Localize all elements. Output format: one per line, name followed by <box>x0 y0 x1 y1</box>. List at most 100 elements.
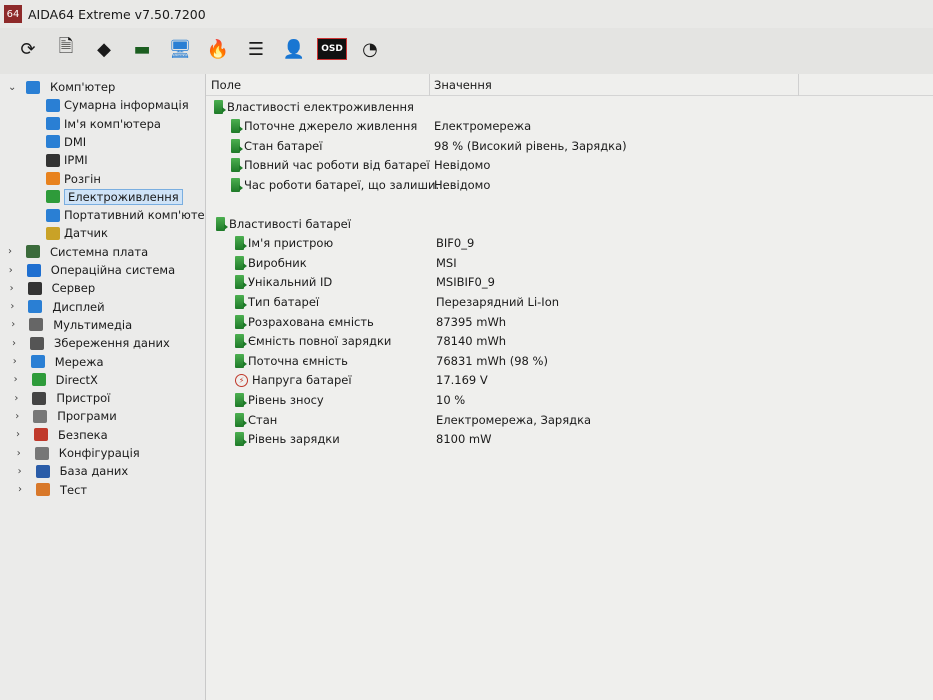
group-header[interactable]: Властивості батареї <box>216 214 351 233</box>
tree-item[interactable]: › Збереження даних <box>12 334 170 352</box>
chevron-right-icon[interactable]: › <box>14 393 26 404</box>
tree-item-label: Тест <box>60 482 88 497</box>
voltage-icon: ⚡ <box>235 373 248 387</box>
field-label: Рівень зарядки <box>248 432 340 447</box>
tree-item[interactable]: › Системна плата <box>8 243 148 261</box>
property-row[interactable]: Час роботи батареї, що залиши... Невідомо <box>206 175 933 194</box>
chevron-down-icon[interactable]: ⌄ <box>8 82 20 93</box>
field-label: Ім'я пристрою <box>248 236 334 251</box>
chevron-right-icon[interactable]: › <box>18 484 30 495</box>
tree-item[interactable]: Портативний комп'ютер <box>46 206 212 224</box>
tree-item[interactable]: IPMI <box>46 151 88 169</box>
chevron-right-icon[interactable]: › <box>9 265 21 276</box>
field-label: Стан батареї <box>244 138 323 153</box>
tree-item-label: Пристрої <box>56 391 111 406</box>
tree-node-icon <box>26 263 41 277</box>
report-button[interactable]: 🗎 <box>52 35 80 63</box>
navigation-tree[interactable]: ⌄ Комп'ютер Сумарна інформація Ім'я комп'ют… <box>0 74 224 700</box>
chevron-right-icon[interactable]: › <box>14 374 26 385</box>
group-title: Властивості батареї <box>229 216 351 231</box>
property-row[interactable]: Повний час роботи від батареї Невідомо <box>206 156 933 175</box>
tree-item[interactable]: ⌄ Комп'ютер <box>8 78 115 96</box>
network-button[interactable]: 🖥 <box>166 35 194 63</box>
field-value: 76831 mWh (98 %) <box>436 353 548 368</box>
property-row[interactable]: Ємність повної зарядки 78140 mWh <box>206 332 933 351</box>
tree-item[interactable]: › Сервер <box>10 279 96 297</box>
tasks-button[interactable]: ☰ <box>242 35 270 63</box>
chevron-right-icon[interactable]: › <box>12 338 24 349</box>
battery-icon <box>235 236 247 251</box>
sensor-gauge-button[interactable]: ◔ <box>356 35 384 63</box>
tree-item[interactable]: › DirectX <box>14 371 98 389</box>
property-row[interactable]: Розрахована ємність 87395 mWh <box>206 312 933 331</box>
tree-node-icon <box>36 483 50 497</box>
tree-item[interactable]: › Конфігурація <box>17 444 140 462</box>
column-divider[interactable] <box>798 74 799 96</box>
chevron-right-icon[interactable]: › <box>17 448 29 459</box>
refresh-button[interactable]: ⟳ <box>14 35 42 63</box>
tree-item[interactable]: › Програми <box>15 407 117 425</box>
toolbar: ⟳ 🗎 ◆ ▬ 🖥 🔥 ☰ 👤 OSD ◔ <box>0 30 933 68</box>
property-row[interactable]: Стан Електромережа, Зарядка <box>206 410 933 429</box>
property-row[interactable]: Унікальний ID MSIBIF0_9 <box>206 273 933 292</box>
user-button[interactable]: 👤 <box>280 35 308 63</box>
tree-item[interactable]: › Безпека <box>16 426 108 444</box>
tree-item[interactable]: Електроживлення <box>46 188 183 206</box>
tree-item[interactable]: › Мультимедіа <box>11 316 132 334</box>
battery-icon <box>231 138 243 153</box>
tree-item[interactable]: Датчик <box>46 224 108 242</box>
column-field[interactable]: Поле <box>211 78 241 92</box>
property-row[interactable]: Поточна ємність 76831 mWh (98 %) <box>206 351 933 370</box>
tree-node-icon <box>26 80 40 94</box>
chevron-right-icon[interactable]: › <box>15 411 27 422</box>
tree-item-label: Системна плата <box>50 244 149 259</box>
column-divider[interactable] <box>429 74 430 96</box>
chevron-right-icon[interactable]: › <box>18 466 30 477</box>
tree-item[interactable]: Ім'я комп'ютера <box>46 115 161 133</box>
field-label: Час роботи батареї, що залиши... <box>244 177 447 192</box>
chevron-right-icon[interactable]: › <box>10 283 22 294</box>
field-value: Перезарядний Li-Ion <box>436 294 560 309</box>
property-row[interactable]: Поточне джерело живлення Електромережа <box>206 117 933 136</box>
osd-button[interactable]: OSD <box>317 35 347 63</box>
tree-node-icon <box>29 318 44 332</box>
property-row[interactable]: Рівень зарядки 8100 mW <box>206 430 933 449</box>
tree-item[interactable]: › База даних <box>18 462 129 480</box>
overclock-button[interactable]: 🔥 <box>204 35 232 63</box>
window-title: AIDA64 Extreme v7.50.7200 <box>28 6 206 22</box>
property-row[interactable]: Ім'я пристрою BIF0_9 <box>206 234 933 253</box>
chevron-right-icon[interactable]: › <box>8 246 20 257</box>
memory-button[interactable]: ▬ <box>128 35 156 63</box>
chevron-right-icon[interactable]: › <box>11 319 23 330</box>
property-row[interactable]: Виробник MSI <box>206 253 933 272</box>
title-bar: 64 AIDA64 Extreme v7.50.7200 <box>0 0 933 28</box>
tree-item[interactable]: Розгін <box>46 170 101 188</box>
property-row[interactable]: ⚡ Напруга батареї 17.169 V <box>206 371 933 390</box>
user-icon: 👤 <box>282 38 306 60</box>
property-row[interactable]: Тип батареї Перезарядний Li-Ion <box>206 292 933 311</box>
chevron-right-icon[interactable]: › <box>16 429 28 440</box>
tree-item[interactable]: DMI <box>46 133 86 151</box>
property-row[interactable]: Рівень зносу 10 % <box>206 390 933 409</box>
tree-item[interactable]: › Дисплей <box>10 298 104 316</box>
group-header[interactable]: Властивості електроживлення <box>214 97 414 116</box>
network-icon: 🖥 <box>168 38 192 60</box>
tree-item[interactable]: › Тест <box>18 481 87 499</box>
motherboard-icon: ◆ <box>97 38 111 60</box>
property-row[interactable]: Стан батареї 98 % (Високий рівень, Зарядк… <box>206 136 933 155</box>
overclock-icon: 🔥 <box>206 38 230 60</box>
tree-item[interactable]: Сумарна інформація <box>46 96 189 114</box>
motherboard-button[interactable]: ◆ <box>90 35 118 63</box>
chevron-right-icon[interactable]: › <box>10 301 22 312</box>
tree-item[interactable]: › Операційна система <box>9 261 175 279</box>
field-value: BIF0_9 <box>436 236 475 251</box>
tree-item[interactable]: › Пристрої <box>14 389 110 407</box>
chevron-right-icon[interactable]: › <box>13 356 25 367</box>
field-value: Невідомо <box>434 177 491 192</box>
tree-node-icon <box>46 135 60 149</box>
field-value: 78140 mWh <box>436 334 507 349</box>
field-label: Поточна ємність <box>248 353 348 368</box>
column-value[interactable]: Значення <box>434 78 492 92</box>
battery-icon <box>235 314 247 329</box>
tree-item[interactable]: › Мережа <box>13 353 104 371</box>
